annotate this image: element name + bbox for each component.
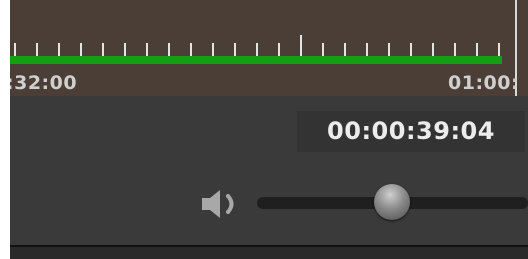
timeline-start-label: :32:00 [10,72,78,94]
current-time-display: 00:00:39:04 [297,111,525,152]
ruler-tick [410,43,412,56]
ruler-tick [168,43,170,56]
panel-bottom-border [10,245,528,259]
ruler-tick [432,43,434,56]
ruler-tick [498,43,500,56]
ruler-tick [58,43,60,56]
volume-slider-thumb[interactable] [374,184,410,220]
ruler-tick [234,43,236,56]
ruler-tick [14,43,16,56]
video-player-panel: :32:00 01:00: 00:00:39:04 [10,0,528,259]
ruler-tick [212,43,214,56]
ruler-tick [124,43,126,56]
timeline-ruler[interactable]: :32:00 01:00: [10,0,528,96]
ruler-tick [256,43,258,56]
ruler-tick [36,43,38,56]
timeline-progress-bar[interactable] [10,56,503,64]
ruler-tick [80,43,82,56]
timeline-end-label: 01:00: [448,72,520,94]
ruler-tick [344,43,346,56]
ruler-tick [476,43,478,56]
ruler-tick [190,43,192,56]
ruler-tick [366,43,368,56]
speaker-volume-icon[interactable] [200,186,248,226]
ruler-tick [322,43,324,56]
ruler-tick [300,35,302,56]
ruler-tick [146,43,148,56]
ruler-tick [278,43,280,56]
ruler-tick [454,43,456,56]
speaker-volume-icon-svg [202,190,234,218]
ruler-tick [388,43,390,56]
ruler-tick [102,43,104,56]
